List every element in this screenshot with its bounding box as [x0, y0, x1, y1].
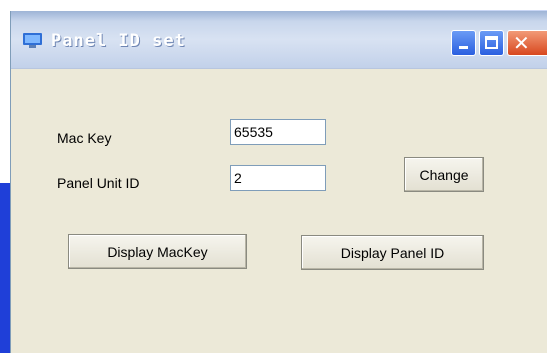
window-title: Panel ID set — [51, 31, 186, 51]
maximize-button[interactable] — [479, 30, 504, 56]
close-icon: ✕ — [513, 31, 530, 55]
display-mackey-button[interactable]: Display MacKey — [68, 234, 247, 269]
close-button[interactable]: ✕ — [507, 30, 547, 56]
minimize-button[interactable] — [451, 30, 476, 56]
panel-unit-id-label: Panel Unit ID — [57, 175, 140, 191]
mac-key-field[interactable] — [230, 119, 326, 145]
background-window-edge — [340, 0, 547, 11]
change-button[interactable]: Change — [404, 157, 484, 192]
title-bar[interactable]: Panel ID set ✕ — [11, 11, 547, 69]
display-panel-id-button[interactable]: Display Panel ID — [301, 235, 484, 270]
dialog-window: Panel ID set ✕ Mac Key Panel Unit ID Cha… — [10, 11, 547, 353]
panel-unit-id-field[interactable] — [230, 165, 326, 191]
maximize-icon — [485, 36, 498, 49]
minimize-icon — [459, 46, 468, 49]
mac-key-label: Mac Key — [57, 130, 112, 146]
app-window-icon — [23, 33, 42, 48]
